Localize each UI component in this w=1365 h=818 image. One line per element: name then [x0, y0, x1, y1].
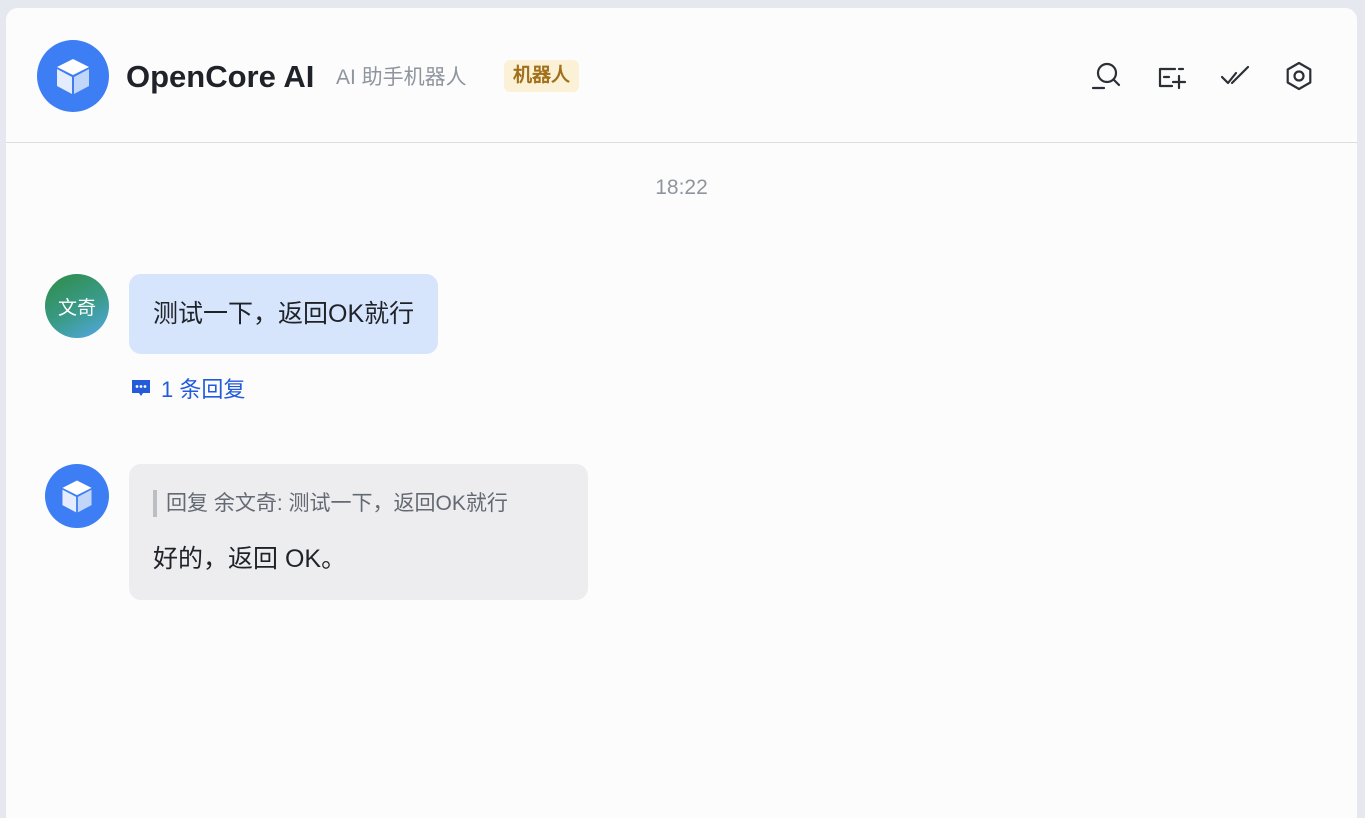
search-button[interactable]	[1088, 58, 1124, 94]
chat-title: OpenCore AI	[126, 59, 315, 94]
quoted-reply: 回复 余文奇: 测试一下，返回OK就行	[153, 490, 508, 517]
cube-icon	[57, 59, 89, 94]
comment-icon	[132, 380, 150, 396]
mark-done-button[interactable]	[1217, 58, 1253, 94]
done-icon	[1220, 65, 1250, 85]
bot-message-bubble[interactable]: 回复 余文奇: 测试一下，返回OK就行 好的，返回 OK。	[129, 464, 588, 600]
settings-icon	[1286, 61, 1312, 91]
message-timestamp: 18:22	[655, 176, 708, 199]
bot-avatar[interactable]	[37, 40, 109, 112]
bot-badge: 机器人	[504, 60, 580, 92]
bot-message-avatar[interactable]	[45, 464, 109, 528]
search-icon	[1091, 62, 1121, 90]
bot-message-text: 好的，返回 OK。	[153, 545, 347, 573]
user-avatar[interactable]: 文奇	[45, 274, 109, 338]
reply-count-label: 1 条回复	[161, 377, 246, 402]
chat-window: OpenCore AI AI 助手机器人 机器人 18:22 文奇 测试一下，返…	[6, 8, 1357, 818]
chat-subtitle: AI 助手机器人	[336, 66, 467, 89]
user-avatar-initials: 文奇	[57, 297, 96, 319]
add-tab-icon	[1158, 67, 1187, 90]
cube-icon	[62, 480, 92, 513]
settings-button[interactable]	[1281, 58, 1317, 94]
user-message-bubble[interactable]: 测试一下，返回OK就行	[129, 274, 439, 354]
add-tab-button[interactable]	[1153, 58, 1189, 94]
chat-header: OpenCore AI AI 助手机器人 机器人	[6, 8, 1357, 143]
thread-replies-link[interactable]: 1 条回复	[129, 372, 245, 404]
